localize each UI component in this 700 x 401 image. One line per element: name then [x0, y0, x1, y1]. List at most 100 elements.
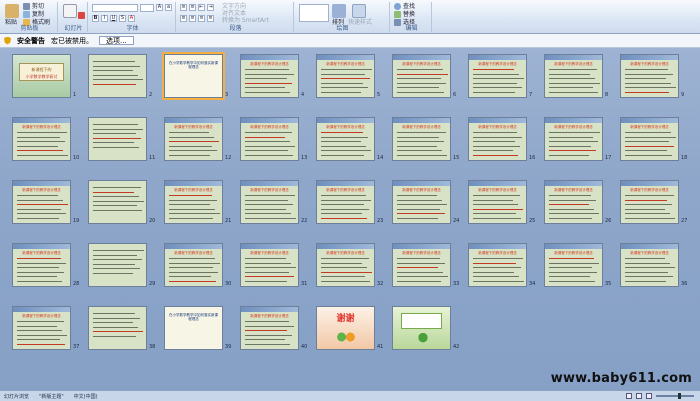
slide-thumbnail[interactable]: 新课程下的教学设计理念 [240, 117, 299, 161]
slide-thumbnail[interactable]: 新课程下的教学设计理念 [468, 54, 527, 98]
slide-text-line [245, 73, 294, 75]
slide-number: 12 [225, 155, 232, 161]
slide-sorter-view-icon[interactable] [636, 393, 642, 399]
slide-thumbnail[interactable]: 新课程下的教学设计理念 [620, 243, 679, 287]
increase-indent-button[interactable]: ⇥ [207, 4, 214, 11]
numbering-button[interactable]: ≡ [189, 4, 196, 11]
slide-thumbnail[interactable]: 新课程下的教学设计理念 [12, 180, 71, 224]
slide-thumbnail[interactable]: 新课程下的教学设计理念 [164, 243, 223, 287]
slide-text-line [245, 145, 295, 147]
slide-thumbnail[interactable]: 新课程下的教学设计理念 [12, 306, 71, 350]
new-slide-icon[interactable] [63, 4, 77, 18]
slide-thumbnail[interactable]: 新课程下的教学设计理念 [468, 243, 527, 287]
font-color-button[interactable]: A [128, 15, 135, 22]
align-right-button[interactable]: ≡ [198, 15, 205, 22]
slide-number: 20 [149, 218, 156, 224]
slide-thumbnail[interactable]: 新课程下的教学设计理念 [392, 54, 451, 98]
font-size-select[interactable] [140, 4, 154, 12]
slide-text-line [17, 145, 58, 147]
slideshow-view-icon[interactable] [646, 393, 652, 399]
slide-thumbnail[interactable] [392, 306, 451, 350]
slide-number: 42 [453, 344, 460, 350]
normal-view-icon[interactable] [626, 393, 632, 399]
slide-thumbnail[interactable]: 新课程下的教学设计理念 [468, 117, 527, 161]
slide-section-title: 新课程下的教学设计理念 [22, 251, 61, 255]
italic-button[interactable]: I [101, 15, 108, 22]
slide-thumbnail[interactable] [88, 243, 147, 287]
slide-thumbnail[interactable]: 新课程下的教学设计理念 [316, 243, 375, 287]
shrink-font-button[interactable]: a [165, 4, 172, 11]
slide-thumbnail[interactable]: 新课程下的教学设计理念 [240, 180, 299, 224]
slide-thumbnail[interactable]: 新课程下的教学设计理念 [544, 243, 603, 287]
slide-text-line [93, 79, 143, 80]
slide-text-line [397, 204, 447, 205]
slide-thumbnail[interactable]: 新课程下的教学设计理念 [240, 306, 299, 350]
delete-slide-button[interactable] [78, 12, 85, 19]
slide-thumbnail[interactable]: 新课程下的教学设计理念 [316, 180, 375, 224]
justify-button[interactable]: ≡ [207, 15, 214, 22]
slide-thumbnail[interactable]: 新课程下的教学设计理念 [12, 243, 71, 287]
slide-thumbnail[interactable]: 新课程下的教学设计理念 [620, 117, 679, 161]
arrange-icon[interactable] [332, 4, 346, 18]
align-center-button[interactable]: ≡ [189, 15, 196, 22]
align-text-button[interactable]: 对齐文本 [222, 10, 246, 17]
underline-button[interactable]: U [110, 15, 117, 22]
slide-text-line [625, 69, 668, 70]
strikethrough-button[interactable]: S [119, 15, 126, 22]
slide-thumbnail[interactable]: 新课程下的教学设计理念 [544, 117, 603, 161]
paste-icon[interactable] [5, 4, 19, 18]
quick-styles-icon[interactable] [352, 4, 366, 18]
slide-thumbnail[interactable]: 在小学数学教学中如何落实新课程理念 [164, 306, 223, 350]
scissors-icon [23, 3, 30, 10]
slide-text-line [625, 208, 665, 210]
align-left-button[interactable]: ≡ [180, 15, 187, 22]
slide-thumbnail[interactable]: 新课程下的教学设计理念 [392, 243, 451, 287]
shapes-gallery[interactable] [299, 4, 329, 22]
slide-thumbnail[interactable]: 新课程下的 小学数学教学研讨 [12, 54, 71, 98]
slide-number: 30 [225, 281, 232, 287]
slide-thumbnail[interactable]: 新课程下的教学设计理念 [620, 54, 679, 98]
decrease-indent-button[interactable]: ⇤ [198, 4, 205, 11]
copy-button[interactable]: 复制 [23, 11, 44, 18]
bold-button[interactable]: B [92, 15, 99, 22]
slide-thumbnail[interactable] [88, 117, 147, 161]
slide-thumbnail[interactable]: 谢谢 [316, 306, 375, 350]
slide-thumbnail[interactable]: 新课程下的教学设计理念 [316, 54, 375, 98]
slide-thumbnail[interactable]: 在小学数学教学中如何落实新课程理念 [162, 52, 225, 100]
status-language: 中文(中国) [73, 393, 98, 400]
bullets-button[interactable]: ≡ [180, 4, 187, 11]
slide-thumbnail[interactable]: 新课程下的教学设计理念 [12, 117, 71, 161]
text-direction-button[interactable]: 文字方向 [222, 3, 246, 10]
slide-text-line [625, 199, 667, 201]
slide-thumbnail[interactable]: 新课程下的教学设计理念 [316, 117, 375, 161]
slide-thumbnail[interactable]: 新课程下的教学设计理念 [240, 243, 299, 287]
slide-thumbnail[interactable]: 新课程下的教学设计理念 [164, 180, 223, 224]
slide-text-line [625, 154, 672, 156]
slide-thumbnail[interactable]: 新课程下的教学设计理念 [468, 180, 527, 224]
slide-thumbnail[interactable] [88, 306, 147, 350]
zoom-slider[interactable] [656, 393, 694, 399]
status-right [626, 393, 700, 399]
slide-thumbnail[interactable]: 新课程下的教学设计理念 [240, 54, 299, 98]
cut-button[interactable]: 剪切 [23, 3, 44, 10]
slide-text-line [169, 136, 214, 138]
slide-text-line [397, 199, 442, 201]
slide-thumbnail[interactable] [88, 54, 147, 98]
slide-text-line [549, 258, 594, 259]
slide-thumbnail[interactable]: 新课程下的教学设计理念 [392, 180, 451, 224]
slide-text-line [245, 136, 285, 138]
replace-button[interactable]: 替换 [394, 11, 415, 18]
slide-thumbnail[interactable]: 新课程下的教学设计理念 [544, 180, 603, 224]
slide-thumbnail[interactable]: 新课程下的教学设计理念 [544, 54, 603, 98]
find-button[interactable]: 查找 [394, 3, 415, 10]
slide-thumbnail[interactable]: 新课程下的教学设计理念 [620, 180, 679, 224]
slide-thumbnail[interactable]: 新课程下的教学设计理念 [164, 117, 223, 161]
grow-font-button[interactable]: A [156, 4, 163, 11]
slide-thumbnail[interactable] [88, 180, 147, 224]
slide-text-line [473, 141, 515, 142]
security-options-button[interactable]: 选项... [99, 36, 134, 45]
convert-smartart-button[interactable]: 转换为 SmartArt [222, 17, 269, 24]
font-family-select[interactable] [92, 4, 138, 12]
slide-thumbnail[interactable]: 新课程下的教学设计理念 [392, 117, 451, 161]
slide-text-line [93, 146, 139, 148]
